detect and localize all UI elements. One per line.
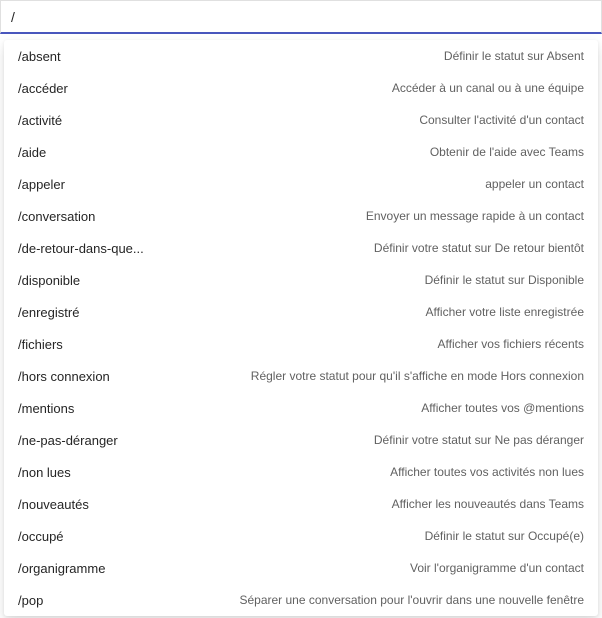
command-item[interactable]: /de-retour-dans-que... Définir votre stat… [4, 232, 598, 264]
command-name: /fichiers [18, 337, 63, 352]
command-item[interactable]: /activité Consulter l'activité d'un conta… [4, 104, 598, 136]
command-desc: Afficher vos fichiers récents [437, 337, 584, 351]
command-name: /de-retour-dans-que... [18, 241, 144, 256]
command-item[interactable]: /occupé Définir le statut sur Occupé(e) [4, 520, 598, 552]
command-item[interactable]: /non lues Afficher toutes vos activités n… [4, 456, 598, 488]
command-desc: Obtenir de l'aide avec Teams [430, 145, 584, 159]
command-name: /aide [18, 145, 46, 160]
command-desc: Séparer une conversation pour l'ouvrir d… [239, 593, 584, 607]
command-name: /mentions [18, 401, 74, 416]
search-bar[interactable] [0, 0, 602, 34]
command-name: /organigramme [18, 561, 105, 576]
command-name: /conversation [18, 209, 95, 224]
command-name: /hors connexion [18, 369, 110, 384]
command-name: /nouveautés [18, 497, 89, 512]
command-desc: Définir le statut sur Absent [444, 49, 584, 63]
command-name: /enregistré [18, 305, 79, 320]
command-item[interactable]: /organigramme Voir l'organigramme d'un co… [4, 552, 598, 584]
command-item[interactable]: /hors connexion Régler votre statut pour … [4, 360, 598, 392]
command-desc: Afficher toutes vos @mentions [421, 401, 584, 415]
command-name: /pop [18, 593, 43, 608]
command-desc: Définir votre statut sur De retour bient… [374, 241, 584, 255]
command-item[interactable]: /fichiers Afficher vos fichiers récents [4, 328, 598, 360]
command-item[interactable]: /enregistré Afficher votre liste enregist… [4, 296, 598, 328]
command-item[interactable]: /aide Obtenir de l'aide avec Teams [4, 136, 598, 168]
command-item[interactable]: /disponible Définir le statut sur Disponi… [4, 264, 598, 296]
command-item[interactable]: /accéder Accéder à un canal ou à une équi… [4, 72, 598, 104]
command-name: /non lues [18, 465, 71, 480]
command-item[interactable]: /conversation Envoyer un message rapide à… [4, 200, 598, 232]
command-desc: Définir votre statut sur Ne pas déranger [374, 433, 584, 447]
command-name: /activité [18, 113, 62, 128]
command-name: /ne-pas-déranger [18, 433, 118, 448]
command-desc: Régler votre statut pour qu'il s'affiche… [251, 369, 584, 383]
command-name: /accéder [18, 81, 68, 96]
command-item[interactable]: /pop Séparer une conversation pour l'ouvr… [4, 584, 598, 616]
command-name: /absent [18, 49, 61, 64]
command-search-input[interactable] [11, 9, 591, 25]
command-item[interactable]: /absent Définir le statut sur Absent [4, 40, 598, 72]
command-desc: Voir l'organigramme d'un contact [410, 561, 584, 575]
command-desc: Consulter l'activité d'un contact [419, 113, 584, 127]
command-dropdown: /absent Définir le statut sur Absent/accé… [4, 40, 598, 616]
command-name: /occupé [18, 529, 64, 544]
command-desc: Envoyer un message rapide à un contact [366, 209, 584, 223]
command-desc: Afficher votre liste enregistrée [425, 305, 584, 319]
command-name: /disponible [18, 273, 80, 288]
command-name: /appeler [18, 177, 65, 192]
command-item[interactable]: /appeler appeler un contact [4, 168, 598, 200]
command-desc: Définir le statut sur Occupé(e) [425, 529, 584, 543]
command-item[interactable]: /nouveautés Afficher les nouveautés dans … [4, 488, 598, 520]
command-desc: Accéder à un canal ou à une équipe [392, 81, 584, 95]
command-item[interactable]: /mentions Afficher toutes vos @mentions [4, 392, 598, 424]
command-desc: Afficher les nouveautés dans Teams [392, 497, 584, 511]
command-desc: Définir le statut sur Disponible [425, 273, 584, 287]
command-desc: Afficher toutes vos activités non lues [390, 465, 584, 479]
command-item[interactable]: /ne-pas-déranger Définir votre statut sur… [4, 424, 598, 456]
command-desc: appeler un contact [485, 177, 584, 191]
